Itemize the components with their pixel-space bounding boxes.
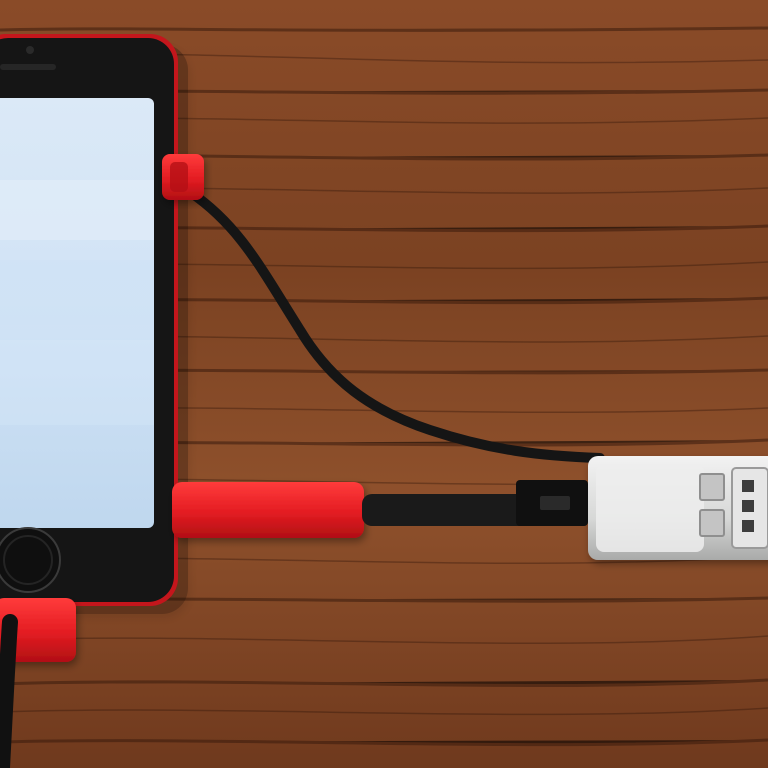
bottom-black-cable (0, 614, 18, 768)
photo-scene (0, 0, 768, 768)
photo-illustration (0, 0, 768, 768)
black-cable-strain-relief (362, 494, 532, 526)
earpiece (0, 64, 56, 70)
front-camera-icon (26, 46, 34, 54)
usb-adapter (588, 456, 768, 560)
red-connector-sleeve (172, 482, 364, 538)
smartphone (0, 34, 178, 606)
